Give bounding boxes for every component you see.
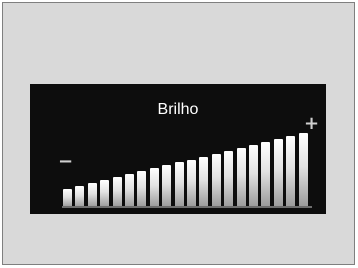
brightness-bar [236,147,246,207]
brightness-bar [100,180,110,207]
brightness-bar [273,138,283,207]
brightness-bar [224,150,234,207]
brightness-bar [125,174,134,207]
brightness-level-bars[interactable] [63,131,311,207]
brightness-bar [137,171,147,207]
brightness-bar [286,135,296,207]
brightness-bar [174,162,184,207]
brightness-display: Brilho − + [30,84,326,214]
brightness-bar [63,189,72,207]
brightness-bar [149,168,159,207]
brightness-baseline [62,206,312,208]
brightness-bar [187,159,196,207]
brightness-bar [261,141,271,207]
brightness-bar [199,156,209,207]
brightness-bar [211,153,221,207]
brightness-bar [75,186,85,207]
brightness-title: Brilho [157,101,199,118]
page-frame: Brilho − + [2,2,355,265]
brightness-bar [112,177,122,207]
brightness-bar [298,133,308,207]
brightness-bar [162,165,172,207]
brightness-bar [249,144,258,207]
brightness-bar [87,183,97,207]
